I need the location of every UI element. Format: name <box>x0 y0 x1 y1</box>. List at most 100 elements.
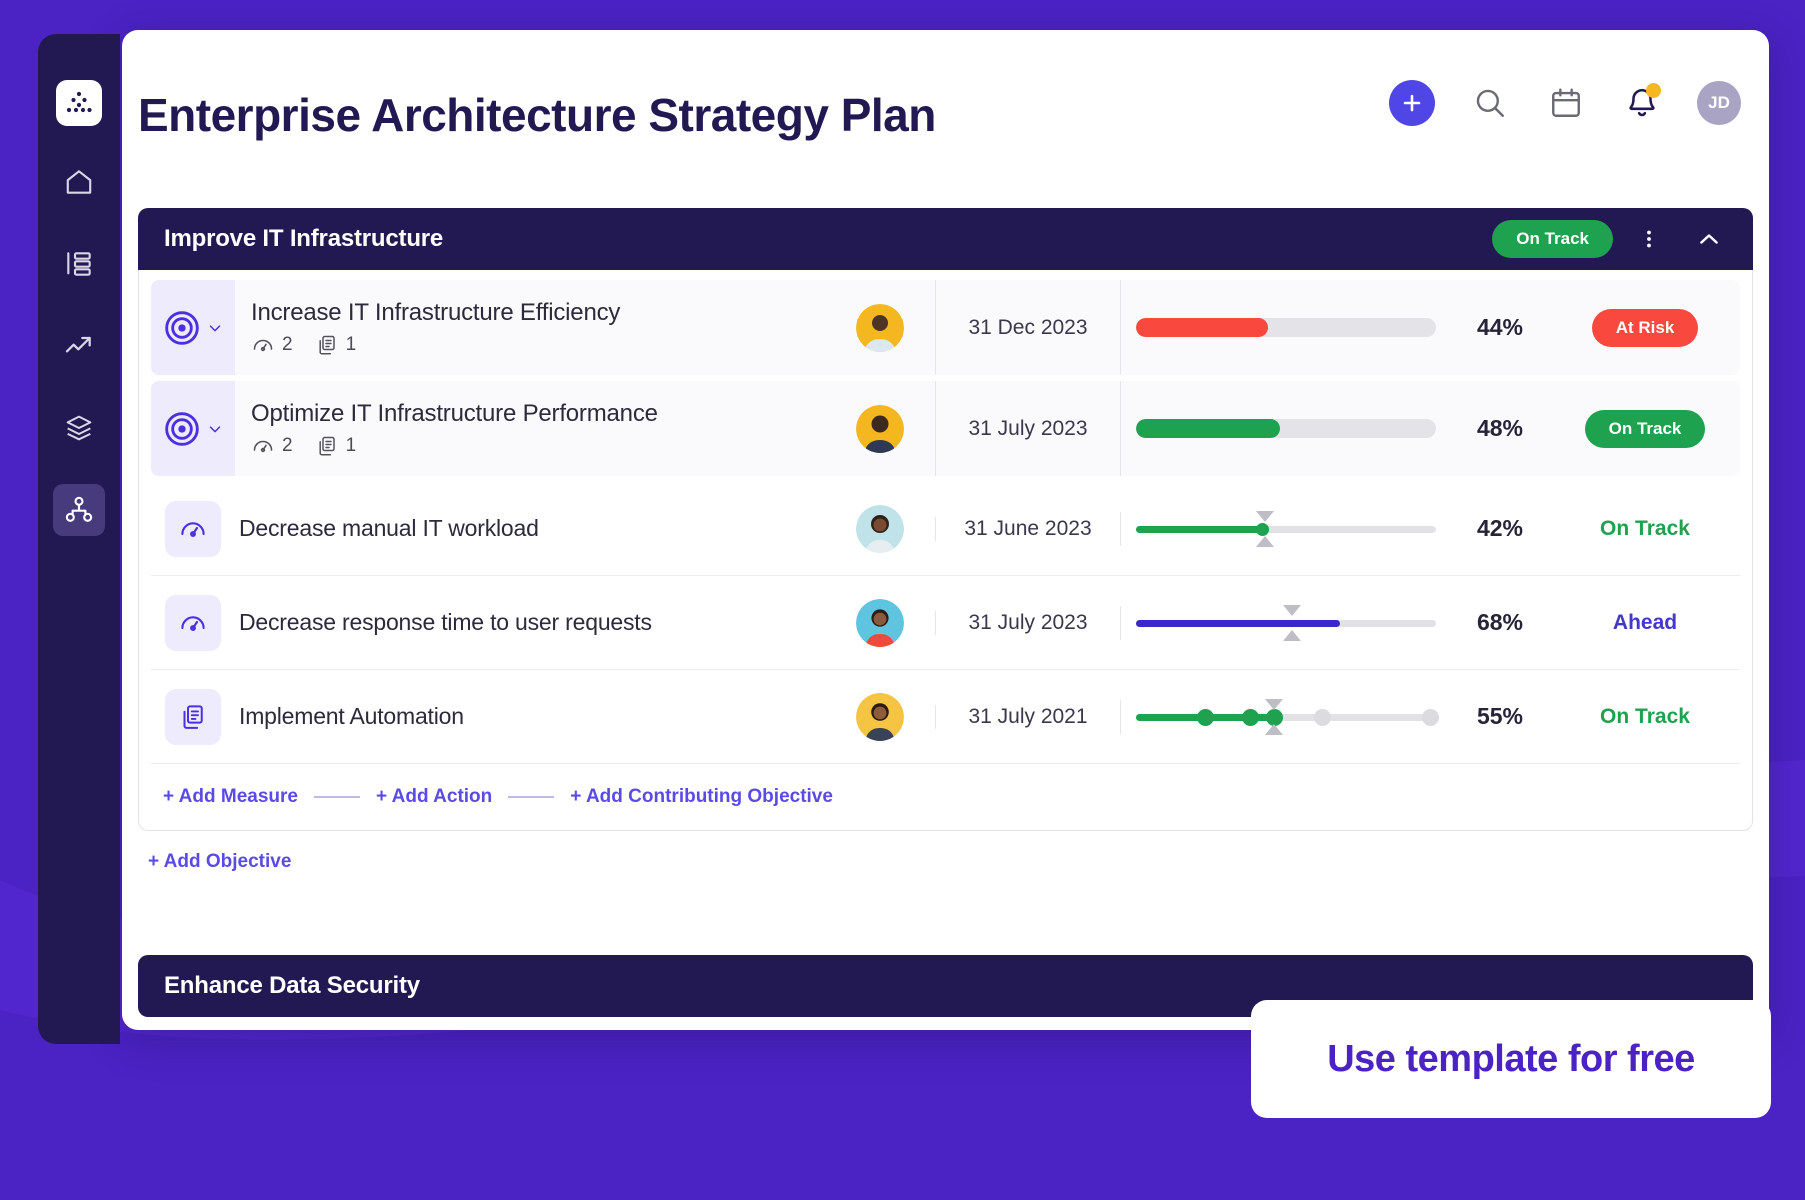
progress-slider[interactable] <box>1136 512 1436 546</box>
objective-row[interactable]: Increase IT Infrastructure Efficiency 2 <box>151 280 1740 375</box>
use-template-button[interactable]: Use template for free <box>1251 1000 1771 1118</box>
measure-title: Decrease response time to user requests <box>239 609 825 636</box>
objective-progress-label: 44% <box>1450 280 1550 375</box>
add-button[interactable] <box>1389 80 1435 126</box>
chevron-up-icon <box>1695 225 1723 253</box>
objective-due-date: 31 July 2023 <box>935 381 1120 476</box>
action-doc-icon <box>315 333 339 357</box>
measure-title: Implement Automation <box>239 703 825 730</box>
search-icon <box>1473 86 1507 120</box>
objective-card-status-badge[interactable]: On Track <box>1492 220 1613 258</box>
measure-row[interactable]: Decrease manual IT workload 31 June 2023 <box>151 482 1740 576</box>
measure-row[interactable]: Decrease response time to user requests … <box>151 576 1740 670</box>
search-button[interactable] <box>1469 82 1511 124</box>
objective-card-collapse-button[interactable] <box>1685 219 1733 259</box>
measure-icon <box>165 689 221 745</box>
sidebar-item-strategy[interactable] <box>53 484 105 536</box>
progress-track <box>1136 419 1436 438</box>
status-badge[interactable]: On Track <box>1585 410 1706 448</box>
more-vertical-icon <box>1637 227 1661 251</box>
measure-owner-avatar-cell[interactable] <box>825 693 935 741</box>
objective-main: Optimize IT Infrastructure Performance 2 <box>235 381 825 476</box>
app-logo[interactable] <box>56 80 102 126</box>
gauge-icon <box>251 434 275 458</box>
page-title: Enterprise Architecture Strategy Plan <box>138 88 936 142</box>
target-marker-up-icon <box>1256 511 1274 522</box>
measure-count: 2 <box>251 333 293 357</box>
user-avatar[interactable]: JD <box>1697 81 1741 125</box>
trending-up-icon <box>63 330 95 362</box>
sidebar-item-plans[interactable] <box>53 238 105 290</box>
sidebar-item-reports[interactable] <box>53 320 105 372</box>
slider-knob[interactable] <box>1256 523 1269 536</box>
objective-title: Increase IT Infrastructure Efficiency <box>251 299 620 327</box>
objective-icon-cell[interactable] <box>151 280 235 375</box>
objective-row[interactable]: Optimize IT Infrastructure Performance 2 <box>151 381 1740 476</box>
target-icon <box>162 308 202 348</box>
chevron-down-icon[interactable] <box>206 319 224 337</box>
avatar <box>856 599 904 647</box>
measure-progress-label: 55% <box>1450 703 1550 730</box>
measure-icon <box>165 501 221 557</box>
objective-main: Increase IT Infrastructure Efficiency 2 <box>235 280 825 375</box>
progress-fill <box>1136 318 1268 337</box>
notification-badge <box>1646 83 1661 98</box>
add-action-link[interactable]: + Add Action <box>376 786 492 808</box>
action-doc-icon <box>315 434 339 458</box>
add-links-row: + Add Measure + Add Action + Add Contrib… <box>151 764 1740 830</box>
objective-card-title: Improve IT Infrastructure <box>164 225 1478 253</box>
objective-icon-cell[interactable] <box>151 381 235 476</box>
collapsed-card-title: Enhance Data Security <box>164 972 420 1000</box>
network-nodes-icon <box>63 494 95 526</box>
measure-owner-avatar-cell[interactable] <box>825 505 935 553</box>
chevron-down-icon[interactable] <box>206 420 224 438</box>
objective-owner-avatar-cell[interactable] <box>825 381 935 476</box>
action-doc-icon <box>178 702 208 732</box>
sidebar <box>38 34 120 1044</box>
avatar <box>856 405 904 453</box>
milestone-dot[interactable] <box>1314 709 1331 726</box>
measure-slider-cell[interactable] <box>1120 512 1450 546</box>
objective-owner-avatar-cell[interactable] <box>825 280 935 375</box>
slider-fill <box>1136 526 1262 533</box>
add-measure-link[interactable]: + Add Measure <box>163 786 298 808</box>
target-marker-up-icon <box>1265 699 1283 710</box>
milestone-dot[interactable] <box>1242 709 1259 726</box>
sidebar-item-home[interactable] <box>53 156 105 208</box>
measure-row[interactable]: Implement Automation 31 July 2021 <box>151 670 1740 764</box>
target-marker-up-icon <box>1283 605 1301 616</box>
app-window: Enterprise Architecture Strategy Plan <box>122 30 1769 1030</box>
home-icon <box>63 166 95 198</box>
target-marker-down-icon <box>1256 536 1274 547</box>
objective-progress-label: 48% <box>1450 381 1550 476</box>
objective-card-menu-button[interactable] <box>1627 221 1671 257</box>
progress-slider[interactable] <box>1136 606 1436 640</box>
measure-owner-avatar-cell[interactable] <box>825 599 935 647</box>
objective-progress-bar-cell <box>1120 280 1450 375</box>
sidebar-item-layers[interactable] <box>53 402 105 454</box>
add-contributing-objective-link[interactable]: + Add Contributing Objective <box>570 786 833 808</box>
objective-status-cell: At Risk <box>1550 280 1740 375</box>
notifications-button[interactable] <box>1621 82 1663 124</box>
objective-card-header: Improve IT Infrastructure On Track <box>138 208 1753 270</box>
measure-progress-label: 42% <box>1450 515 1550 542</box>
avatar <box>856 693 904 741</box>
calendar-icon <box>1549 86 1583 120</box>
milestone-dot[interactable] <box>1422 709 1439 726</box>
objective-progress-bar-cell <box>1120 381 1450 476</box>
objective-card-body: Increase IT Infrastructure Efficiency 2 <box>138 270 1753 831</box>
milestone-slider[interactable] <box>1136 700 1436 734</box>
measure-slider-cell[interactable] <box>1120 606 1450 640</box>
page-header: Enterprise Architecture Strategy Plan <box>138 72 1741 172</box>
add-objective-link[interactable]: + Add Objective <box>148 851 291 872</box>
use-template-label: Use template for free <box>1327 1038 1695 1081</box>
measure-progress-label: 68% <box>1450 609 1550 636</box>
objective-due-date: 31 Dec 2023 <box>935 280 1120 375</box>
milestone-dot[interactable] <box>1197 709 1214 726</box>
measure-title: Decrease manual IT workload <box>239 515 825 542</box>
measure-slider-cell[interactable] <box>1120 700 1450 734</box>
avatar <box>856 304 904 352</box>
calendar-button[interactable] <box>1545 82 1587 124</box>
status-badge[interactable]: At Risk <box>1592 309 1699 347</box>
divider <box>314 796 360 798</box>
